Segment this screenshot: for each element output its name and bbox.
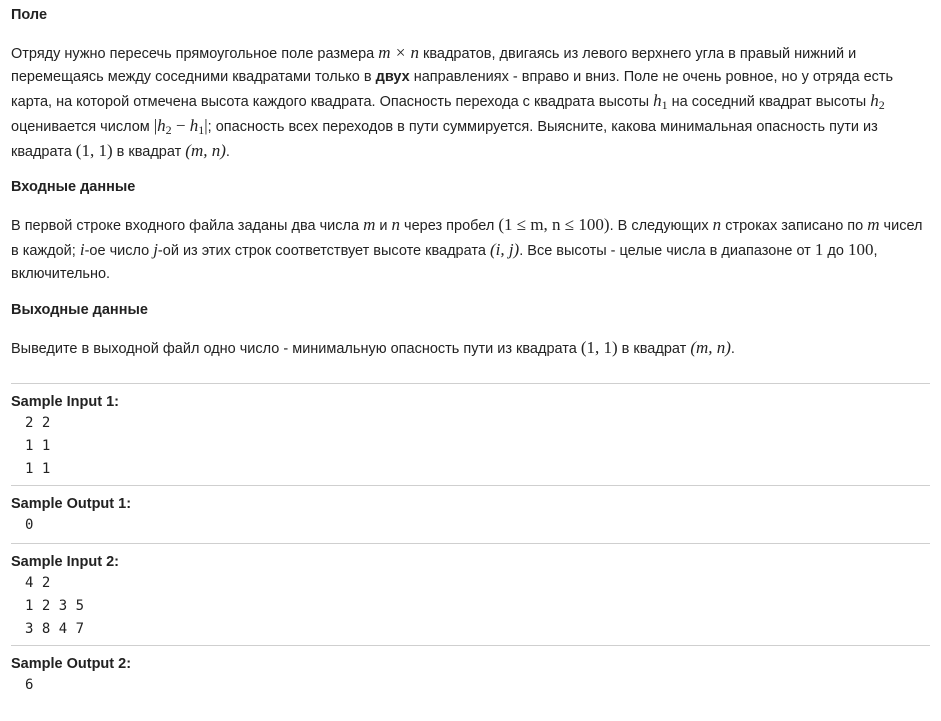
input-description: В первой строке входного файла заданы дв… xyxy=(11,215,923,282)
sample-title: Sample Output 2: xyxy=(11,656,132,672)
section-title-field: Поле xyxy=(11,7,48,23)
sample-title: Sample Input 2: xyxy=(11,554,119,570)
sample-title: Sample Input 1: xyxy=(11,394,119,410)
section-title-output: Выходные данные xyxy=(11,302,148,318)
sample-input-1[interactable]: 2 2 1 1 1 1 xyxy=(11,412,930,481)
emphasis-two: двух xyxy=(375,69,410,85)
section-title-input: Входные данные xyxy=(11,179,136,195)
sample-title: Sample Output 1: xyxy=(11,496,132,512)
sample-output-2[interactable]: 6 xyxy=(11,674,930,697)
problem-statement: Поле Отряду нужно пересечь прямоугольное… xyxy=(0,0,941,721)
samples: Sample Input 1: 2 2 1 1 1 1 Sample Outpu… xyxy=(11,383,930,697)
sample-output-1[interactable]: 0 xyxy=(11,514,930,537)
math-start-cell: (1, 1) xyxy=(75,141,113,160)
sample-input-2[interactable]: 4 2 1 2 3 5 3 8 4 7 xyxy=(11,572,930,641)
output-description: Выведите в выходной файл одно число - ми… xyxy=(11,338,735,357)
field-description: Отряду нужно пересечь прямоугольное поле… xyxy=(11,43,894,160)
math-m-times-n: m × n xyxy=(378,43,419,62)
math-constraint: (1 ≤ m, n ≤ 100) xyxy=(498,215,610,234)
math-end-cell: (m, n) xyxy=(185,141,226,160)
